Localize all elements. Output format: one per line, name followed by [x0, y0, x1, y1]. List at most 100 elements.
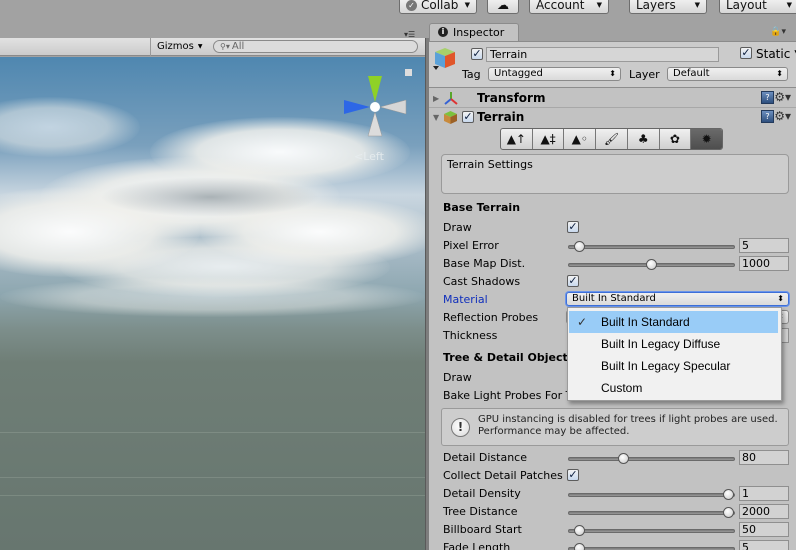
active-checkbox[interactable]: ✓ — [471, 48, 483, 60]
dropdown-option[interactable]: Custom — [569, 377, 778, 399]
terrain-enabled-checkbox[interactable]: ✓ — [462, 111, 474, 123]
scene-search-input[interactable]: ⚲▾ All — [213, 40, 418, 53]
draw-checkbox[interactable]: ✓ — [567, 221, 579, 233]
terrain-settings-gear-icon[interactable]: ✹ — [691, 129, 722, 149]
object-name-input[interactable]: Terrain — [486, 47, 719, 62]
collab-button[interactable]: ✓ Collab ▼ — [399, 0, 477, 14]
pixel-error-slider[interactable] — [568, 241, 735, 252]
dropdown-arrow-icon: ▼ — [464, 1, 470, 9]
tag-dropdown[interactable]: Untagged ⬍ — [488, 67, 621, 81]
reflection-probes-label: Reflection Probes — [443, 311, 539, 324]
transform-component-header[interactable]: ▶ Transform ? ⚙▾ — [429, 89, 796, 108]
gameobject-cube-icon[interactable] — [433, 46, 457, 72]
place-trees-icon[interactable]: ♣ — [628, 129, 660, 149]
grid-line — [0, 495, 425, 496]
dropdown-arrow-icon: ▼ — [786, 1, 792, 9]
unity-editor: ✓ Collab ▼ ☁ Account ▼ Layers ▼ Layout ▼… — [0, 0, 796, 550]
gizmos-label: Gizmos — [157, 41, 194, 52]
grid-line — [0, 432, 425, 433]
tree-distance-label: Tree Distance — [443, 505, 518, 518]
cast-shadows-label: Cast Shadows — [443, 275, 521, 288]
static-checkbox[interactable]: ✓ — [740, 47, 752, 59]
detail-density-slider[interactable] — [568, 489, 735, 500]
neg-y-axis-cone-icon[interactable] — [367, 111, 383, 137]
detail-distance-input[interactable]: 80 — [739, 450, 789, 465]
orientation-label[interactable]: <Left — [354, 150, 384, 163]
search-icon: ⚲▾ — [220, 42, 230, 51]
detail-distance-slider[interactable] — [568, 453, 735, 464]
base-map-dist-slider[interactable] — [568, 259, 735, 270]
gear-icon[interactable]: ⚙▾ — [774, 90, 791, 104]
slider-thumb[interactable] — [573, 525, 585, 536]
terrain-component-header[interactable]: ▼ ✓ Terrain ? ⚙▾ — [429, 108, 796, 127]
slider-thumb[interactable] — [573, 543, 585, 550]
pixel-error-input[interactable]: 5 — [739, 238, 789, 253]
terrain-tool-strip: ▲↑ ▲‡ ▲◦ 🖌 ♣ ✿ ✹ — [500, 128, 723, 150]
slider-thumb[interactable] — [618, 453, 630, 464]
layer-dropdown[interactable]: Default ⬍ — [667, 67, 788, 81]
updown-arrow-icon: ⬍ — [609, 69, 616, 78]
transform-title: Transform — [477, 91, 546, 105]
help-book-icon[interactable]: ? — [761, 110, 774, 123]
slider-thumb[interactable] — [723, 507, 734, 518]
cast-shadows-checkbox[interactable]: ✓ — [567, 275, 579, 287]
fade-length-input[interactable]: 5 — [739, 540, 789, 550]
slider-thumb[interactable] — [646, 259, 657, 270]
foldout-collapsed-icon[interactable]: ▶ — [433, 94, 439, 103]
gizmo-lock-icon[interactable] — [405, 69, 412, 76]
detail-density-label: Detail Density — [443, 487, 521, 500]
gizmo-center[interactable] — [370, 102, 380, 112]
gear-icon[interactable]: ⚙▾ — [774, 109, 791, 123]
layout-label: Layout — [726, 0, 767, 12]
option-label: Built In Standard — [601, 315, 690, 329]
transform-axes-icon — [444, 92, 458, 105]
thickness-label: Thickness — [443, 329, 498, 342]
y-axis-cone-icon[interactable] — [368, 76, 382, 102]
updown-arrow-icon: ⬍ — [776, 69, 783, 78]
x-axis-cone-icon[interactable] — [344, 100, 370, 114]
paint-details-icon[interactable]: ✿ — [660, 129, 692, 149]
account-label: Account — [536, 0, 585, 12]
paint-height-icon[interactable]: ▲‡ — [533, 129, 565, 149]
slider-thumb[interactable] — [723, 489, 734, 500]
slider-thumb[interactable] — [573, 241, 585, 252]
lock-icon[interactable]: 🔒▾ — [770, 27, 786, 37]
grid-line — [0, 477, 425, 478]
dropdown-option[interactable]: Built In Legacy Specular — [569, 355, 778, 377]
smooth-height-icon[interactable]: ▲◦ — [564, 129, 597, 149]
account-button[interactable]: Account ▼ — [529, 0, 609, 14]
raise-lower-terrain-icon[interactable]: ▲↑ — [501, 129, 533, 149]
tab-inspector[interactable]: i Inspector — [429, 23, 519, 41]
dropdown-option[interactable]: ✓ Built In Standard — [569, 311, 778, 333]
cloud — [0, 97, 140, 157]
orientation-gizmo[interactable] — [340, 70, 410, 160]
billboard-start-input[interactable]: 50 — [739, 522, 789, 537]
neg-x-axis-cone-icon[interactable] — [379, 99, 407, 115]
tree-distance-slider[interactable] — [568, 507, 735, 518]
billboard-start-slider[interactable] — [568, 525, 735, 536]
layers-dropdown[interactable]: Layers ▼ — [629, 0, 707, 14]
material-dropdown[interactable]: Built In Standard ⬍ — [566, 292, 789, 306]
collect-detail-patches-label: Collect Detail Patches — [443, 469, 563, 482]
tree-distance-input[interactable]: 2000 — [739, 504, 789, 519]
layout-dropdown[interactable]: Layout ▼ — [719, 0, 796, 14]
cloud-button[interactable]: ☁ — [487, 0, 519, 14]
static-toggle[interactable]: ✓ Static ▼ — [740, 47, 796, 61]
base-map-dist-input[interactable]: 1000 — [739, 256, 789, 271]
option-label: Built In Legacy Diffuse — [601, 337, 721, 351]
static-label: Static — [756, 47, 791, 61]
detail-distance-label: Detail Distance — [443, 451, 527, 464]
warning-line-1: GPU instancing is disabled for trees if … — [478, 414, 778, 425]
option-label: Built In Legacy Specular — [601, 359, 731, 373]
help-book-icon[interactable]: ? — [761, 91, 774, 104]
cloud — [0, 277, 425, 317]
collect-detail-patches-checkbox[interactable]: ✓ — [567, 469, 579, 481]
dropdown-option[interactable]: Built In Legacy Diffuse — [569, 333, 778, 355]
foldout-expanded-icon[interactable]: ▼ — [433, 113, 439, 122]
detail-density-input[interactable]: 1 — [739, 486, 789, 501]
search-placeholder: All — [231, 41, 245, 52]
paint-texture-brush-icon[interactable]: 🖌 — [596, 129, 628, 149]
cloud-icon: ☁ — [497, 0, 509, 12]
gizmos-dropdown[interactable]: Gizmos ▼ — [150, 38, 208, 56]
billboard-start-label: Billboard Start — [443, 523, 522, 536]
